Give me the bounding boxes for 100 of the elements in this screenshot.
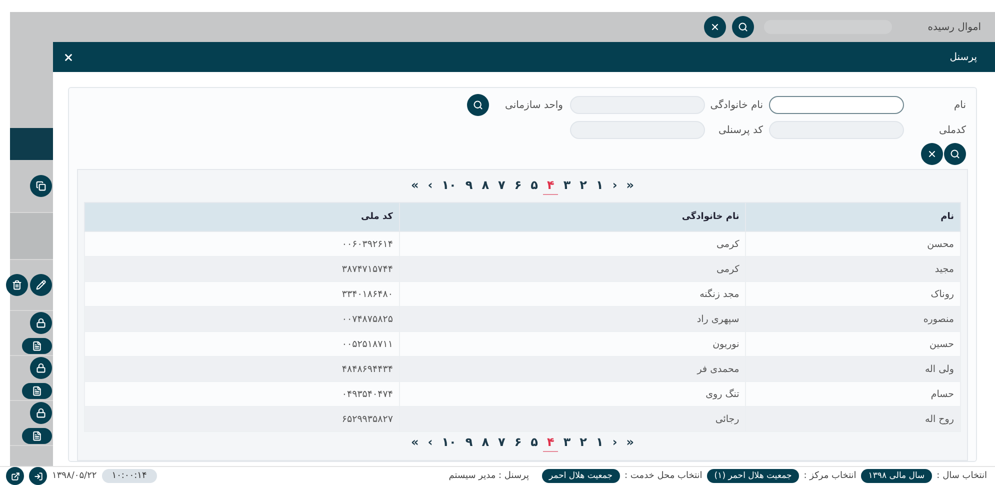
selector-button[interactable]: سال مالی ۱۳۹۸ (861, 469, 932, 483)
page-link[interactable]: ۷ (494, 178, 510, 194)
page-link[interactable]: » (622, 434, 638, 452)
page-link[interactable]: ۶ (510, 434, 526, 452)
page-link[interactable]: ۸ (478, 434, 494, 452)
copy-button[interactable] (30, 175, 52, 197)
page-link[interactable]: ۹ (461, 178, 477, 194)
document-button[interactable] (22, 383, 52, 399)
table-cell: ۰۰۶۰۳۹۲۶۱۴ (84, 232, 400, 256)
dialog-title: پرسنل (950, 52, 977, 62)
pencil-icon (36, 280, 46, 290)
page-link[interactable]: ۱۰ (438, 178, 460, 194)
header-bar (10, 128, 53, 160)
page-link[interactable]: ۱۰ (438, 434, 460, 452)
table-cell: ولی اله (746, 356, 960, 382)
page-link[interactable]: ۵ (526, 178, 542, 194)
copy-icon (36, 181, 46, 191)
page-link[interactable]: ۱ (592, 178, 608, 194)
field-label: کد پرسنلی (717, 124, 764, 136)
search-button[interactable] (944, 143, 966, 165)
external-link-button[interactable] (6, 467, 24, 485)
table-cell: مجید (746, 256, 960, 282)
close-button[interactable] (704, 16, 726, 38)
document-icon (32, 386, 42, 396)
selector-button[interactable]: جمعیت هلال احمر (۱) (707, 469, 799, 483)
table-cell: روح اله (746, 406, 960, 432)
text-field[interactable] (769, 96, 904, 114)
page-link[interactable]: « (406, 178, 423, 194)
table-cell: منصوره (746, 306, 960, 332)
lock-button[interactable] (30, 402, 52, 424)
login-icon (34, 472, 42, 480)
lock-button[interactable] (30, 357, 52, 379)
page-link[interactable]: ۷ (494, 434, 510, 452)
user-label: پرسنل : مدیر سیستم (448, 471, 529, 481)
close-button[interactable] (921, 143, 943, 165)
search-button[interactable] (732, 16, 754, 38)
table-cell: نوریون (399, 332, 746, 356)
page-link[interactable]: « (406, 434, 423, 452)
trash-icon (12, 280, 22, 290)
selector-label: انتخاب سال : (936, 471, 987, 481)
close-icon (927, 149, 937, 159)
table-cell: محمدی فر (399, 356, 746, 382)
table-cell: رجائی (399, 406, 746, 432)
column-header: نام (746, 202, 960, 232)
page-link[interactable]: ۹ (461, 434, 477, 452)
close-icon (63, 52, 74, 62)
time-display: ۱۰:۰۰:۱۴ (102, 469, 157, 483)
column-header: نام خانوادگی (399, 202, 746, 232)
table-cell: ۰۴۹۳۵۴۰۴۷۴ (84, 382, 400, 406)
table-cell: ۳۳۴۰۱۸۶۴۸۰ (84, 282, 400, 306)
document-button[interactable] (22, 338, 52, 354)
page-link[interactable]: › (608, 178, 622, 194)
search-icon (950, 149, 960, 159)
document-icon (32, 341, 42, 351)
page-link[interactable]: › (608, 434, 622, 452)
selector-label: انتخاب مرکز : (804, 471, 856, 481)
field-label: کدملی (938, 124, 966, 136)
page-link[interactable]: ۲ (576, 434, 591, 452)
selector-label: انتخاب محل خدمت : (624, 471, 702, 481)
page-link[interactable]: ۳ (559, 178, 575, 194)
lock-button[interactable] (30, 312, 52, 334)
login-button[interactable] (29, 467, 47, 485)
table-cell: ۶۵۲۹۹۳۵۸۲۷ (84, 406, 400, 432)
page-link[interactable]: ۱ (592, 434, 608, 452)
page-link[interactable]: ۵ (526, 434, 542, 452)
delete-button[interactable] (6, 274, 28, 296)
page-link[interactable]: ‹ (424, 178, 437, 194)
page-link[interactable]: ‹ (424, 434, 437, 452)
table-cell: حسین (746, 332, 960, 356)
page-link[interactable]: ۳ (559, 434, 575, 452)
external-link-icon (10, 472, 20, 480)
table-cell: سپهری راد (399, 306, 746, 332)
field-label: نام (952, 100, 966, 110)
table-cell: کرمی (399, 232, 746, 256)
page-link[interactable]: ۴ (543, 178, 558, 194)
column-header: کد ملی (84, 202, 400, 232)
table-cell: محسن (746, 232, 960, 256)
document-icon (32, 431, 42, 441)
page-link[interactable]: » (622, 178, 638, 194)
edit-button[interactable] (30, 274, 52, 296)
lock-icon (36, 408, 46, 418)
search-button[interactable] (467, 94, 489, 116)
table-cell: حسام (746, 382, 960, 406)
table-cell: ۰۰۵۲۵۱۸۷۱۱ (84, 332, 400, 356)
field-label: اموال رسیده (928, 22, 981, 32)
field-label: نام خانوادگی (709, 100, 764, 110)
page-link[interactable]: ۶ (510, 178, 526, 194)
page-link[interactable]: ۸ (478, 178, 494, 194)
page-link[interactable]: ۲ (576, 178, 591, 194)
table-cell: روناک (746, 282, 960, 306)
selector-button[interactable]: جمعیت هلال احمر (542, 469, 620, 483)
lock-icon (36, 363, 46, 373)
table-cell: ۳۸۷۴۷۱۵۷۴۴ (84, 256, 400, 282)
page-link[interactable]: ۴ (543, 434, 558, 452)
close-button[interactable] (63, 52, 74, 62)
table-cell: ۴۸۴۸۶۹۴۴۳۴ (84, 356, 400, 382)
table-cell: کرمی (399, 256, 746, 282)
lock-icon (36, 318, 46, 328)
document-button[interactable] (22, 428, 52, 444)
date-label: ۱۳۹۸/۰۵/۲۲ (52, 471, 97, 481)
